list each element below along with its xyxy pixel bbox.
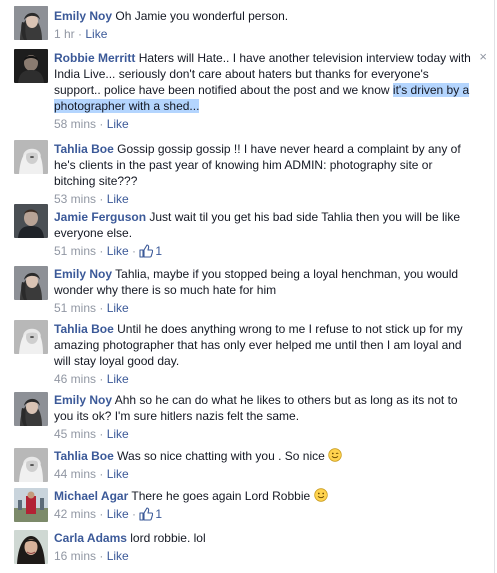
comment-text: Oh Jamie you wonderful person. (115, 9, 289, 23)
comment-author[interactable]: Tahlia Boe (54, 142, 114, 156)
meta-separator: · (96, 117, 107, 131)
meta-separator: · (96, 467, 107, 481)
comment-meta: 51 mins · Like (54, 300, 473, 316)
comment-item: Tahlia Boe Until he does anything wrong … (0, 320, 495, 392)
comment-body: Emily Noy Tahlia, maybe if you stopped b… (54, 266, 473, 316)
likes-count[interactable]: 1 (139, 506, 162, 522)
comment-item: Emily Noy Oh Jamie you wonderful person.… (0, 0, 495, 42)
commenter-avatar[interactable] (14, 266, 48, 300)
comment-body: Tahlia Boe Until he does anything wrong … (54, 321, 473, 387)
like-link[interactable]: Like (107, 372, 129, 386)
commenter-avatar[interactable] (14, 448, 48, 482)
likes-number: 1 (155, 244, 163, 258)
likes-number: 1 (155, 507, 163, 521)
meta-separator: · (96, 301, 107, 315)
comment-author[interactable]: Michael Agar (54, 489, 128, 503)
comment-author[interactable]: Tahlia Boe (54, 449, 114, 463)
commenter-avatar[interactable] (14, 392, 48, 426)
comment-meta: 58 mins · Like (54, 116, 473, 132)
commenter-avatar[interactable] (14, 49, 48, 83)
comment-author[interactable]: Robbie Merritt (54, 51, 135, 65)
comment-body: Michael Agar There he goes again Lord Ro… (54, 488, 473, 522)
comment-body: Carla Adams lord robbie. lol 16 mins · L… (54, 530, 473, 564)
comment-body: Jamie Ferguson Just wait til you get his… (54, 209, 473, 259)
comment-meta: 45 mins · Like (54, 426, 473, 442)
comment-meta: 1 hr · Like (54, 26, 473, 42)
meta-separator: · (96, 427, 107, 441)
likes-count[interactable]: 1 (139, 243, 162, 259)
comment-author[interactable]: Jamie Ferguson (54, 210, 146, 224)
comment-body: Tahlia Boe Gossip gossip gossip !! I hav… (54, 141, 473, 207)
comment-text: Until he does anything wrong to me I ref… (54, 322, 463, 368)
comment-author[interactable]: Emily Noy (54, 393, 112, 407)
comment-thread: Emily Noy Oh Jamie you wonderful person.… (0, 0, 495, 573)
comment-text: Gossip gossip gossip !! I have never hea… (54, 142, 461, 188)
comment-meta: 44 mins · Like (54, 466, 473, 482)
thumbs-up-icon (139, 244, 154, 258)
comment-time[interactable]: 46 mins (54, 372, 96, 386)
comment-item: Jamie Ferguson Just wait til you get his… (0, 204, 495, 262)
comment-body: Tahlia Boe Was so nice chatting with you… (54, 448, 473, 482)
thumbs-up-icon (139, 507, 154, 521)
comment-author[interactable]: Emily Noy (54, 267, 112, 281)
meta-separator: · (96, 372, 107, 386)
like-link[interactable]: Like (107, 549, 129, 563)
comment-author[interactable]: Emily Noy (54, 9, 112, 23)
comment-text: lord robbie. lol (130, 531, 206, 545)
meta-separator: · (74, 27, 86, 41)
comment-text: There he goes again Lord Robbie (131, 488, 328, 503)
smile-emoji-icon (313, 488, 328, 502)
comment-time[interactable]: 42 mins (54, 507, 96, 521)
commenter-avatar[interactable] (14, 204, 48, 238)
commenter-avatar[interactable] (14, 320, 48, 354)
comment-meta: 16 mins · Like (54, 548, 473, 564)
comment-time[interactable]: 45 mins (54, 427, 96, 441)
wink-emoji-icon (328, 448, 342, 462)
comment-item: Michael Agar There he goes again Lord Ro… (0, 486, 495, 526)
comment-item: Emily Noy Tahlia, maybe if you stopped b… (0, 262, 495, 320)
comment-item: Emily Noy Ahh so he can do what he likes… (0, 392, 495, 446)
comment-item: Robbie Merritt Haters will Hate.. I have… (0, 42, 495, 132)
meta-separator: · (128, 244, 140, 258)
comment-meta: 51 mins · Like · 1 (54, 243, 473, 259)
like-link[interactable]: Like (107, 301, 129, 315)
comment-text: Tahlia, maybe if you stopped being a loy… (54, 267, 459, 297)
comment-body: Emily Noy Ahh so he can do what he likes… (54, 392, 473, 442)
comment-body: Robbie Merritt Haters will Hate.. I have… (54, 50, 473, 132)
comment-text: Was so nice chatting with you . So nice (117, 448, 342, 463)
like-link[interactable]: Like (107, 244, 129, 258)
like-link[interactable]: Like (107, 117, 129, 131)
comment-meta: 46 mins · Like (54, 371, 473, 387)
meta-separator: · (96, 244, 107, 258)
commenter-avatar[interactable] (14, 488, 48, 522)
meta-separator: · (96, 507, 107, 521)
comment-item: Tahlia Boe Gossip gossip gossip !! I hav… (0, 132, 495, 207)
comment-time[interactable]: 1 hr (54, 27, 75, 41)
comment-author[interactable]: Tahlia Boe (54, 322, 114, 336)
meta-separator: · (96, 549, 107, 563)
comment-item: Tahlia Boe Was so nice chatting with you… (0, 446, 495, 486)
comment-author[interactable]: Carla Adams (54, 531, 127, 545)
comment-meta: 42 mins · Like · 1 (54, 506, 473, 522)
commenter-avatar[interactable] (14, 140, 48, 174)
comment-time[interactable]: 51 mins (54, 244, 96, 258)
comment-time[interactable]: 58 mins (54, 117, 96, 131)
commenter-avatar[interactable] (14, 530, 48, 564)
comment-time[interactable]: 51 mins (54, 301, 96, 315)
comment-item: Carla Adams lord robbie. lol 16 mins · L… (0, 526, 495, 573)
like-link[interactable]: Like (85, 27, 107, 41)
comment-time[interactable]: 16 mins (54, 549, 96, 563)
comment-time[interactable]: 44 mins (54, 467, 96, 481)
meta-separator: · (128, 507, 140, 521)
comment-body: Emily Noy Oh Jamie you wonderful person.… (54, 8, 473, 42)
like-link[interactable]: Like (107, 467, 129, 481)
remove-comment-icon[interactable]: × (479, 50, 487, 63)
like-link[interactable]: Like (107, 427, 129, 441)
comment-text: Ahh so he can do what he likes to others… (54, 393, 458, 423)
like-link[interactable]: Like (107, 507, 129, 521)
commenter-avatar[interactable] (14, 6, 48, 40)
